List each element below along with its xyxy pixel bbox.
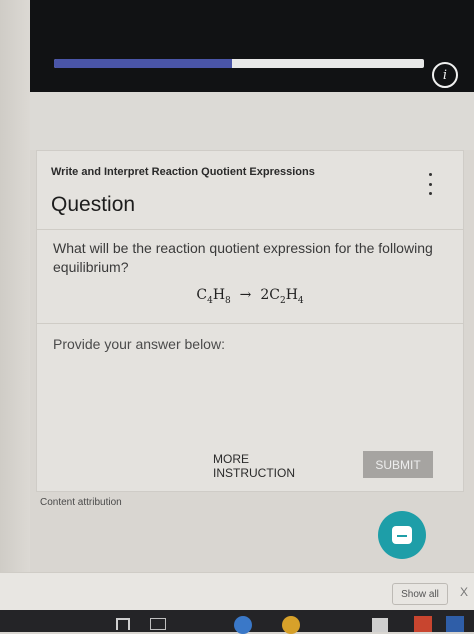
browser-icon[interactable] (234, 616, 252, 634)
chat-button[interactable] (378, 511, 426, 559)
store-icon[interactable] (372, 618, 388, 632)
progress-bar (54, 59, 424, 68)
divider (37, 323, 463, 324)
divider (37, 229, 463, 230)
content-attribution-link[interactable]: Content attribution (40, 497, 122, 508)
powerpoint-icon[interactable] (414, 616, 432, 632)
info-icon[interactable]: i (432, 62, 458, 88)
download-bar: Show all X (0, 572, 474, 611)
reaction-arrow: → (239, 287, 252, 303)
taskbar-app-icon[interactable] (116, 618, 130, 630)
chat-icon (392, 526, 412, 544)
reaction-equation: C4H8 → 2C2H4 (196, 287, 304, 306)
page-background (30, 92, 474, 150)
top-bar: i (30, 0, 474, 92)
more-options-icon[interactable] (423, 173, 437, 195)
show-all-button[interactable]: Show all (392, 583, 448, 605)
submit-button[interactable]: SUBMIT (363, 451, 433, 478)
progress-fill (54, 59, 232, 68)
question-text: What will be the reaction quotient expre… (53, 240, 433, 275)
word-icon[interactable] (446, 616, 464, 632)
question-heading: Question (51, 193, 136, 216)
taskbar-app-icon[interactable] (150, 618, 166, 630)
close-icon[interactable]: X (460, 585, 468, 599)
window-edge (0, 0, 30, 610)
topic-title: Write and Interpret Reaction Quotient Ex… (51, 166, 315, 178)
answer-prompt[interactable]: Provide your answer below: (53, 336, 225, 352)
question-card: Write and Interpret Reaction Quotient Ex… (36, 150, 464, 492)
more-instruction-button[interactable]: MORE INSTRUCTION (213, 452, 333, 480)
chrome-icon[interactable] (282, 616, 300, 634)
taskbar (0, 610, 474, 634)
